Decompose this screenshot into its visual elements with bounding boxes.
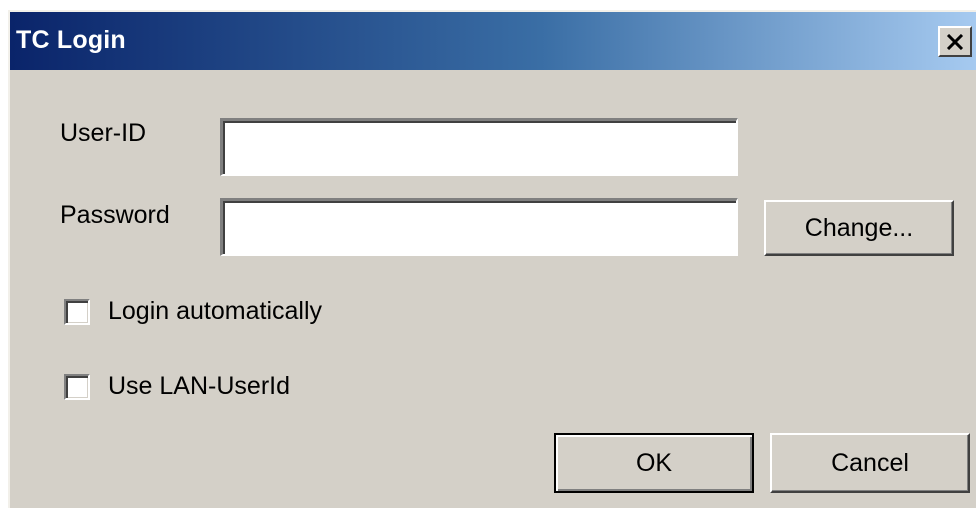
userid-field[interactable] <box>220 118 738 176</box>
close-button[interactable] <box>938 26 972 57</box>
use-lan-userid-checkbox[interactable] <box>64 373 90 400</box>
title-bar[interactable]: TC Login <box>10 12 976 70</box>
login-automatically-option[interactable]: Login automatically <box>64 297 322 326</box>
ok-button-label: OK <box>635 448 673 477</box>
use-lan-userid-label: Use LAN-UserId <box>108 372 290 400</box>
login-dialog: TC Login User-ID Password Change... Logi… <box>8 10 976 508</box>
close-icon <box>946 33 964 50</box>
password-label: Password <box>60 201 170 229</box>
password-input[interactable] <box>223 201 736 254</box>
change-password-button[interactable]: Change... <box>764 200 954 256</box>
cancel-button[interactable]: Cancel <box>770 433 970 493</box>
userid-input[interactable] <box>223 121 736 174</box>
login-automatically-label: Login automatically <box>108 297 323 325</box>
login-automatically-checkbox[interactable] <box>64 298 90 325</box>
cancel-button-label: Cancel <box>831 448 909 477</box>
password-field[interactable] <box>220 198 738 256</box>
ok-button[interactable]: OK <box>554 433 754 493</box>
use-lan-userid-option[interactable]: Use LAN-UserId <box>64 372 290 401</box>
userid-label: User-ID <box>60 119 147 147</box>
window-title: TC Login <box>16 26 126 54</box>
change-password-button-label: Change... <box>804 213 914 242</box>
